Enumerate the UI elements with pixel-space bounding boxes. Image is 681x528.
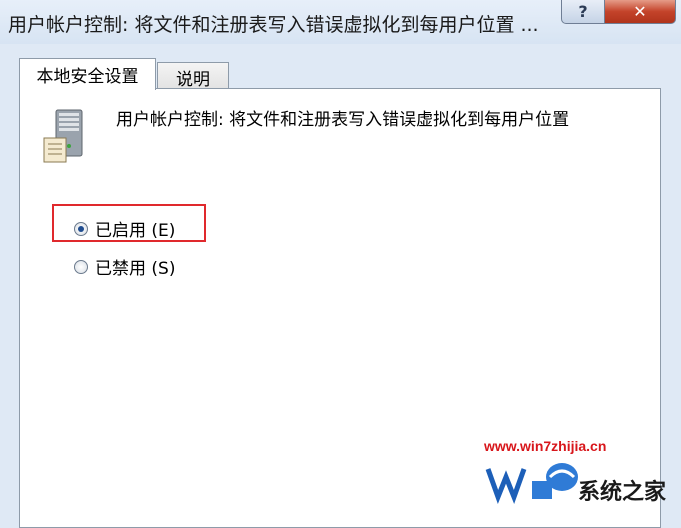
radio-button[interactable] [74, 259, 88, 274]
policy-description: 用户帐户控制: 将文件和注册表写入错误虚拟化到每用户位置 [116, 110, 570, 130]
watermark-url: www.win7zhijia.cn [484, 438, 607, 454]
close-icon: ✕ [633, 2, 647, 21]
tab-label: 说明 [176, 69, 210, 90]
tab-local-security-setting[interactable]: 本地安全设置 [19, 58, 156, 90]
highlight-box [52, 204, 206, 242]
help-icon: ? [578, 2, 588, 21]
title-bar: 用户帐户控制: 将文件和注册表写入错误虚拟化到每用户位置 ... ? ✕ [0, 0, 681, 44]
help-button[interactable]: ? [561, 0, 605, 24]
server-policy-icon [43, 109, 83, 163]
tab-explain[interactable]: 说明 [157, 62, 229, 91]
radio-label: 已禁用 (S) [95, 259, 176, 279]
radio-disabled[interactable]: 已禁用 (S) [74, 254, 175, 279]
windows-logo-icon [485, 463, 578, 505]
close-button[interactable]: ✕ [604, 0, 676, 24]
tab-label: 本地安全设置 [36, 67, 139, 87]
watermark-brand: 系统之家 [578, 480, 667, 505]
window-title: 用户帐户控制: 将文件和注册表写入错误虚拟化到每用户位置 ... [8, 14, 539, 36]
